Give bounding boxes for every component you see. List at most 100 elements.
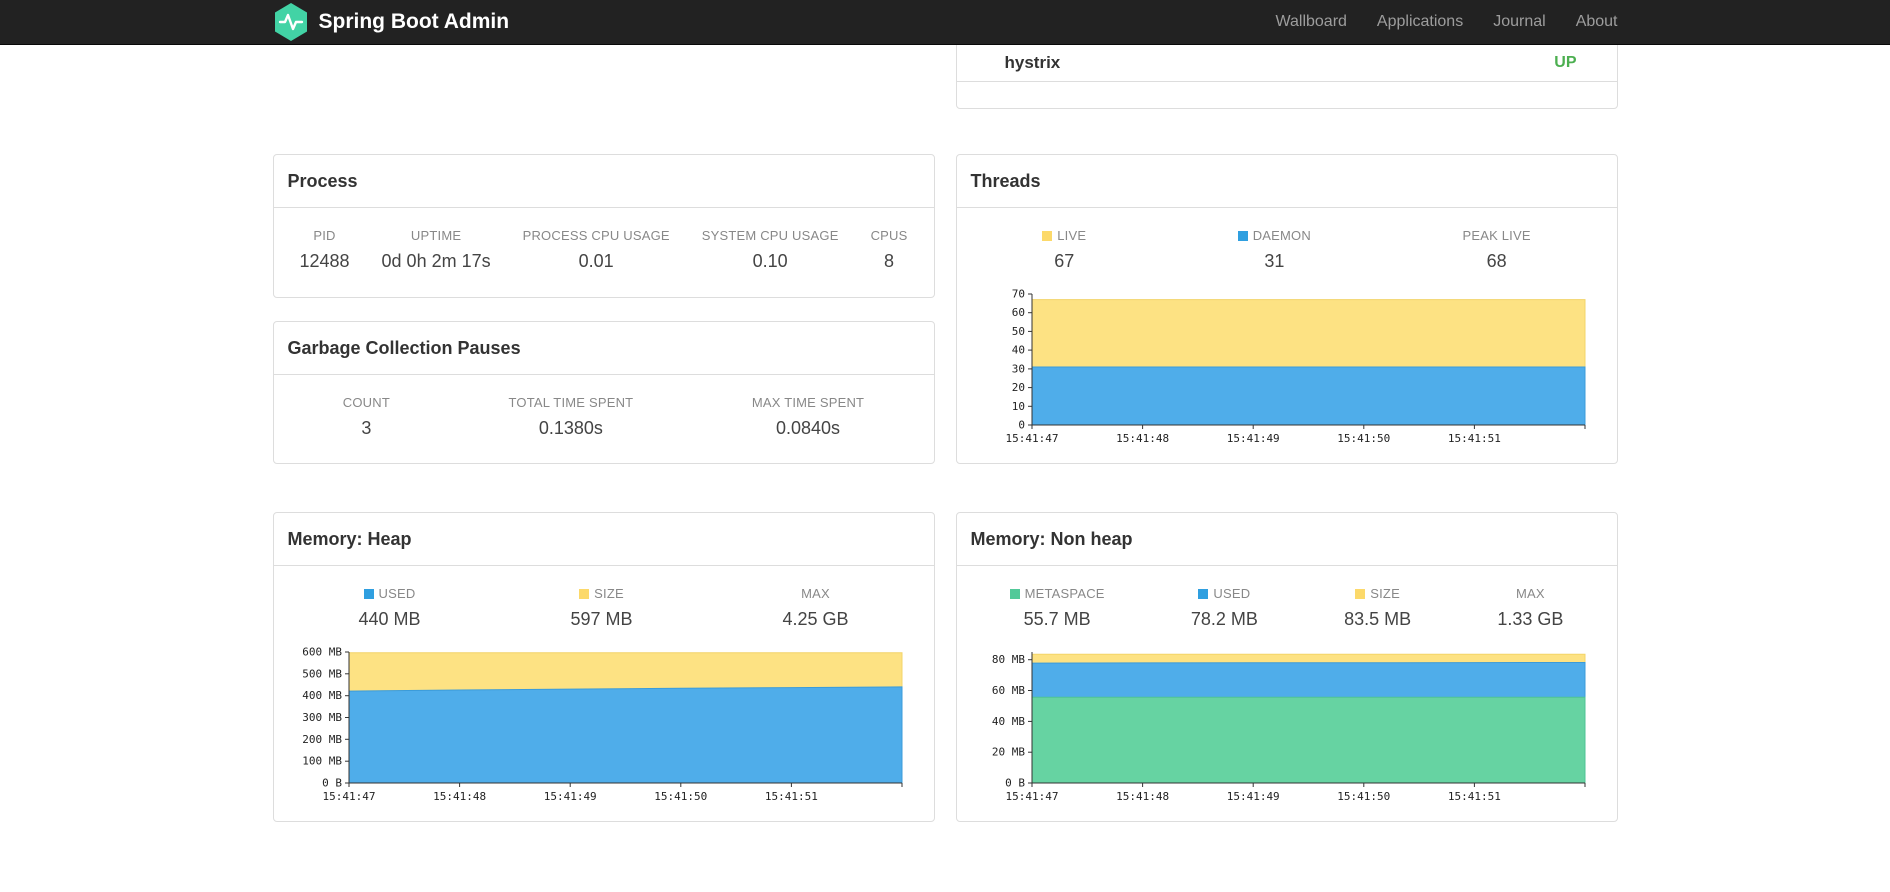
svg-text:15:41:48: 15:41:48: [1116, 790, 1169, 803]
svg-text:500 MB: 500 MB: [302, 667, 342, 680]
heap-stats: USED 440 MB SIZE 597 MB MAX 4.25 GB: [274, 566, 934, 642]
stat-label: UPTIME: [410, 228, 462, 243]
svg-text:15:41:47: 15:41:47: [322, 790, 375, 803]
svg-text:15:41:49: 15:41:49: [1226, 790, 1279, 803]
svg-text:600 MB: 600 MB: [302, 646, 342, 659]
nav-link-wallboard[interactable]: Wallboard: [1275, 13, 1346, 31]
nav-link-journal[interactable]: Journal: [1493, 13, 1545, 31]
legend-swatch: [1009, 589, 1020, 599]
stat-heap-used: USED 440 MB: [358, 586, 420, 630]
health-row-hystrix: hystrix UP: [956, 44, 1617, 82]
svg-text:15:41:50: 15:41:50: [654, 790, 707, 803]
stat-heap-max: MAX 4.25 GB: [782, 586, 848, 630]
svg-text:60: 60: [1011, 306, 1024, 319]
stat-label: MAX: [801, 586, 830, 601]
svg-text:400 MB: 400 MB: [302, 689, 342, 702]
stat-process-cpu-usage: PROCESS CPU USAGE 0.01: [523, 228, 670, 272]
svg-text:50: 50: [1011, 325, 1024, 338]
svg-text:15:41:48: 15:41:48: [433, 790, 486, 803]
stat-value: 440 MB: [358, 609, 421, 629]
stat-label-text: USED: [378, 586, 416, 601]
stat-value: 68: [1486, 251, 1507, 271]
legend-swatch: [579, 589, 590, 599]
stat-label-text: DAEMON: [1252, 228, 1311, 243]
stat-live: LIVE 67: [1042, 228, 1086, 272]
stat-label-text: SIZE: [1370, 586, 1400, 601]
stat-uptime: UPTIME 0d 0h 2m 17s: [382, 228, 491, 272]
threads-chart: 0 10 20 30 40 50 60 70 15:41:47 15:41:48 15:41:49 1…: [977, 288, 1597, 453]
stat-label: TOTAL TIME SPENT: [508, 395, 634, 410]
stat-value: 0.1380s: [538, 418, 603, 438]
svg-text:15:41:49: 15:41:49: [543, 790, 596, 803]
stat-pid: PID 12488: [299, 228, 349, 272]
svg-text:40: 40: [1011, 344, 1024, 357]
stat-label: SYSTEM CPU USAGE: [701, 228, 839, 243]
left-column: Process PID 12488 UPTIME 0d 0h 2m 17s PR…: [272, 45, 935, 822]
nonheap-panel-title: Memory: Non heap: [956, 513, 1617, 566]
stat-value: 0.01: [578, 251, 614, 271]
svg-text:0 B: 0 B: [322, 777, 342, 790]
svg-text:0: 0: [1018, 419, 1025, 432]
stat-value: 0d 0h 2m 17s: [381, 251, 491, 271]
stat-value: 0.10: [752, 251, 788, 271]
svg-text:15:41:47: 15:41:47: [1005, 790, 1058, 803]
gc-pauses-panel: Garbage Collection Pauses COUNT 3 TOTAL …: [272, 321, 935, 464]
process-stats: PID 12488 UPTIME 0d 0h 2m 17s PROCESS CP…: [274, 208, 934, 284]
legend-swatch: [1198, 589, 1209, 599]
stat-label: MAX TIME SPENT: [751, 395, 865, 410]
stat-nonheap-size: SIZE 83.5 MB: [1344, 586, 1411, 630]
navbar-container: Spring Boot Admin Wallboard Applications…: [273, 0, 1618, 44]
stat-label-text: SIZE: [594, 586, 624, 601]
nav-links: Wallboard Applications Journal About: [1275, 13, 1617, 31]
svg-text:0 B: 0 B: [1005, 777, 1025, 790]
stat-value: 0.0840s: [775, 418, 841, 438]
legend-swatch: [1355, 589, 1366, 599]
svg-text:15:41:47: 15:41:47: [1005, 432, 1058, 445]
gc-stats: COUNT 3 TOTAL TIME SPENT 0.1380s MAX TIM…: [274, 375, 934, 451]
stat-label: METASPACE: [1009, 586, 1105, 601]
right-column: hystrix UP Threads LIVE 67 DAEMON 31 PEA…: [955, 0, 1618, 822]
stat-label: SIZE: [1344, 586, 1411, 601]
svg-text:15:41:51: 15:41:51: [1447, 790, 1500, 803]
stat-label-text: USED: [1213, 586, 1251, 601]
stat-label: COUNT: [342, 395, 390, 410]
svg-text:15:41:48: 15:41:48: [1116, 432, 1169, 445]
stat-label-text: LIVE: [1057, 228, 1087, 243]
svg-text:15:41:51: 15:41:51: [1447, 432, 1500, 445]
svg-text:70: 70: [1011, 288, 1024, 301]
stat-label: USED: [1191, 586, 1258, 601]
svg-text:15:41:51: 15:41:51: [764, 790, 817, 803]
top-navbar: Spring Boot Admin Wallboard Applications…: [0, 0, 1890, 45]
stat-value: 12488: [299, 251, 350, 271]
legend-swatch: [1237, 231, 1248, 241]
nav-link-applications[interactable]: Applications: [1377, 13, 1463, 31]
heap-chart: 0 B 100 MB 200 MB 300 MB 400 MB 500 MB 600 MB 1…: [294, 646, 914, 811]
threads-panel: Threads LIVE 67 DAEMON 31 PEAK LIVE 68 0…: [955, 154, 1618, 464]
nav-link-about[interactable]: About: [1576, 13, 1618, 31]
legend-swatch: [363, 589, 374, 599]
health-item-name: hystrix: [1004, 52, 1061, 72]
svg-text:100 MB: 100 MB: [302, 755, 342, 768]
svg-text:60 MB: 60 MB: [991, 684, 1024, 697]
stat-label: USED: [358, 586, 420, 601]
svg-text:15:41:50: 15:41:50: [1337, 432, 1390, 445]
stat-gc-total-time: TOTAL TIME SPENT 0.1380s: [509, 395, 634, 439]
stat-label-text: METASPACE: [1024, 586, 1105, 601]
main-content: Process PID 12488 UPTIME 0d 0h 2m 17s PR…: [272, 0, 1618, 822]
stat-label: PEAK LIVE: [1462, 228, 1531, 243]
stat-system-cpu-usage: SYSTEM CPU USAGE 0.10: [702, 228, 839, 272]
stat-value: 67: [1054, 251, 1075, 271]
heap-panel-title: Memory: Heap: [273, 513, 934, 566]
stat-label: DAEMON: [1237, 228, 1311, 243]
stat-gc-count: COUNT 3: [343, 395, 390, 439]
stat-label: PID: [313, 228, 336, 243]
stat-label: PROCESS CPU USAGE: [522, 228, 670, 243]
nonheap-stats: METASPACE 55.7 MB USED 78.2 MB SIZE 83.5…: [957, 566, 1617, 642]
stat-heap-size: SIZE 597 MB: [570, 586, 632, 630]
stat-label: SIZE: [570, 586, 632, 601]
stat-gc-max-time: MAX TIME SPENT 0.0840s: [752, 395, 864, 439]
brand-link[interactable]: Spring Boot Admin: [273, 2, 509, 42]
svg-text:20: 20: [1011, 381, 1024, 394]
stat-label: LIVE: [1042, 228, 1086, 243]
stat-value: 3: [361, 418, 372, 438]
